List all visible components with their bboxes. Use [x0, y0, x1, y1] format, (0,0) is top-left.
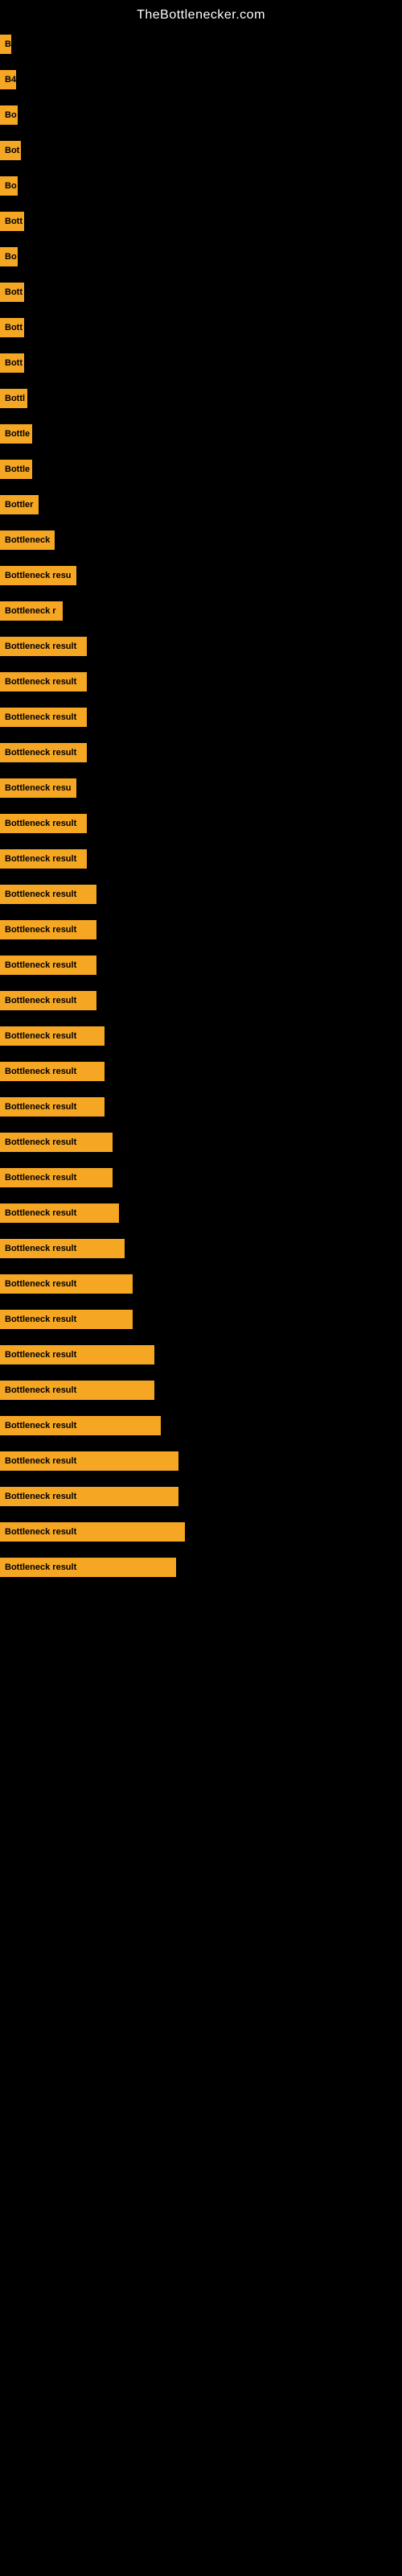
- bar-row: Bott: [0, 310, 402, 345]
- bar-row: Bottleneck resu: [0, 558, 402, 593]
- bar-row: Bottleneck result: [0, 1443, 402, 1479]
- bar-label: Bottl: [0, 389, 27, 408]
- bar-row: B: [0, 27, 402, 62]
- bar-row: Bottleneck result: [0, 1231, 402, 1266]
- site-title: TheBottlenecker.com: [0, 0, 402, 27]
- bar-row: Bottleneck result: [0, 877, 402, 912]
- bar-label: Bo: [0, 247, 18, 266]
- bar-row: Bottleneck result: [0, 1018, 402, 1054]
- bar-label: Bottleneck result: [0, 1274, 133, 1294]
- bar-row: Bottleneck result: [0, 1337, 402, 1373]
- bar-row: Bottleneck result: [0, 1302, 402, 1337]
- bar-label: Bottleneck result: [0, 1168, 113, 1187]
- bar-label: Bottle: [0, 460, 32, 479]
- bar-label: Bottleneck result: [0, 708, 87, 727]
- bar-row: Bottler: [0, 487, 402, 522]
- bar-row: Bottleneck result: [0, 1514, 402, 1550]
- bar-label: Bottle: [0, 424, 32, 444]
- bar-label: Bottleneck result: [0, 1558, 176, 1577]
- bar-row: Bottleneck result: [0, 1089, 402, 1125]
- bar-label: Bott: [0, 353, 24, 373]
- bar-label: Bottleneck result: [0, 1097, 105, 1117]
- bar-label: Bottleneck result: [0, 672, 87, 691]
- bar-row: Bottleneck result: [0, 1125, 402, 1160]
- bar-label: Bottleneck result: [0, 1522, 185, 1542]
- bar-label: Bottleneck result: [0, 1416, 161, 1435]
- bar-row: Bottleneck result: [0, 700, 402, 735]
- bar-row: Bott: [0, 204, 402, 239]
- bar-label: Bo: [0, 105, 18, 125]
- bar-row: Bott: [0, 275, 402, 310]
- bar-label: Bottleneck resu: [0, 566, 76, 585]
- bar-row: Bottl: [0, 381, 402, 416]
- bar-label: Bottleneck result: [0, 956, 96, 975]
- bar-row: Bot: [0, 133, 402, 168]
- bar-row: Bott: [0, 345, 402, 381]
- bar-row: Bottleneck result: [0, 983, 402, 1018]
- bar-label: Bottleneck result: [0, 637, 87, 656]
- bar-row: Bottleneck result: [0, 947, 402, 983]
- bar-row: Bottleneck result: [0, 1373, 402, 1408]
- bar-label: Bottleneck result: [0, 1203, 119, 1223]
- bar-label: Bottleneck result: [0, 1026, 105, 1046]
- bar-row: Bottleneck result: [0, 912, 402, 947]
- bar-row: Bottleneck r: [0, 593, 402, 629]
- bar-label: Bottleneck result: [0, 920, 96, 939]
- bar-row: Bo: [0, 239, 402, 275]
- bar-label: Bo: [0, 176, 18, 196]
- bar-row: Bottle: [0, 452, 402, 487]
- bar-label: Bottleneck result: [0, 814, 87, 833]
- bar-row: Bottleneck result: [0, 664, 402, 700]
- bar-label: Bot: [0, 141, 21, 160]
- bar-label: Bottleneck result: [0, 1062, 105, 1081]
- bar-label: Bott: [0, 318, 24, 337]
- bar-label: Bott: [0, 212, 24, 231]
- bar-label: Bottleneck: [0, 530, 55, 550]
- bar-label: Bottleneck result: [0, 743, 87, 762]
- bar-row: Bottleneck resu: [0, 770, 402, 806]
- bar-row: Bottleneck result: [0, 841, 402, 877]
- bar-label: B4: [0, 70, 16, 89]
- bar-row: Bo: [0, 168, 402, 204]
- bar-label: Bottler: [0, 495, 39, 514]
- bar-row: Bottleneck result: [0, 1266, 402, 1302]
- bar-label: Bott: [0, 283, 24, 302]
- bar-label: B: [0, 35, 11, 54]
- bar-label: Bottleneck result: [0, 991, 96, 1010]
- bar-row: Bottleneck result: [0, 1195, 402, 1231]
- bar-row: Bottleneck: [0, 522, 402, 558]
- bars-container: B B4 Bo Bot Bo Bott Bo Bott Bott Bott Bottl Bottle B…: [0, 27, 402, 1585]
- bar-row: Bottleneck result: [0, 806, 402, 841]
- bar-row: Bottleneck result: [0, 629, 402, 664]
- bar-label: Bottleneck result: [0, 1345, 154, 1364]
- bar-row: Bottleneck result: [0, 1054, 402, 1089]
- bar-row: Bo: [0, 97, 402, 133]
- bar-row: Bottleneck result: [0, 1479, 402, 1514]
- bar-label: Bottleneck result: [0, 1310, 133, 1329]
- bar-row: Bottle: [0, 416, 402, 452]
- bar-label: Bottleneck result: [0, 1487, 178, 1506]
- bar-label: Bottleneck result: [0, 1239, 125, 1258]
- bar-label: Bottleneck result: [0, 885, 96, 904]
- bar-label: Bottleneck result: [0, 1133, 113, 1152]
- bar-row: B4: [0, 62, 402, 97]
- bar-row: Bottleneck result: [0, 1408, 402, 1443]
- bar-label: Bottleneck result: [0, 1381, 154, 1400]
- bar-row: Bottleneck result: [0, 1550, 402, 1585]
- bar-row: Bottleneck result: [0, 735, 402, 770]
- bar-label: Bottleneck result: [0, 849, 87, 869]
- bar-label: Bottleneck result: [0, 1451, 178, 1471]
- bar-row: Bottleneck result: [0, 1160, 402, 1195]
- bar-label: Bottleneck r: [0, 601, 63, 621]
- bar-label: Bottleneck resu: [0, 778, 76, 798]
